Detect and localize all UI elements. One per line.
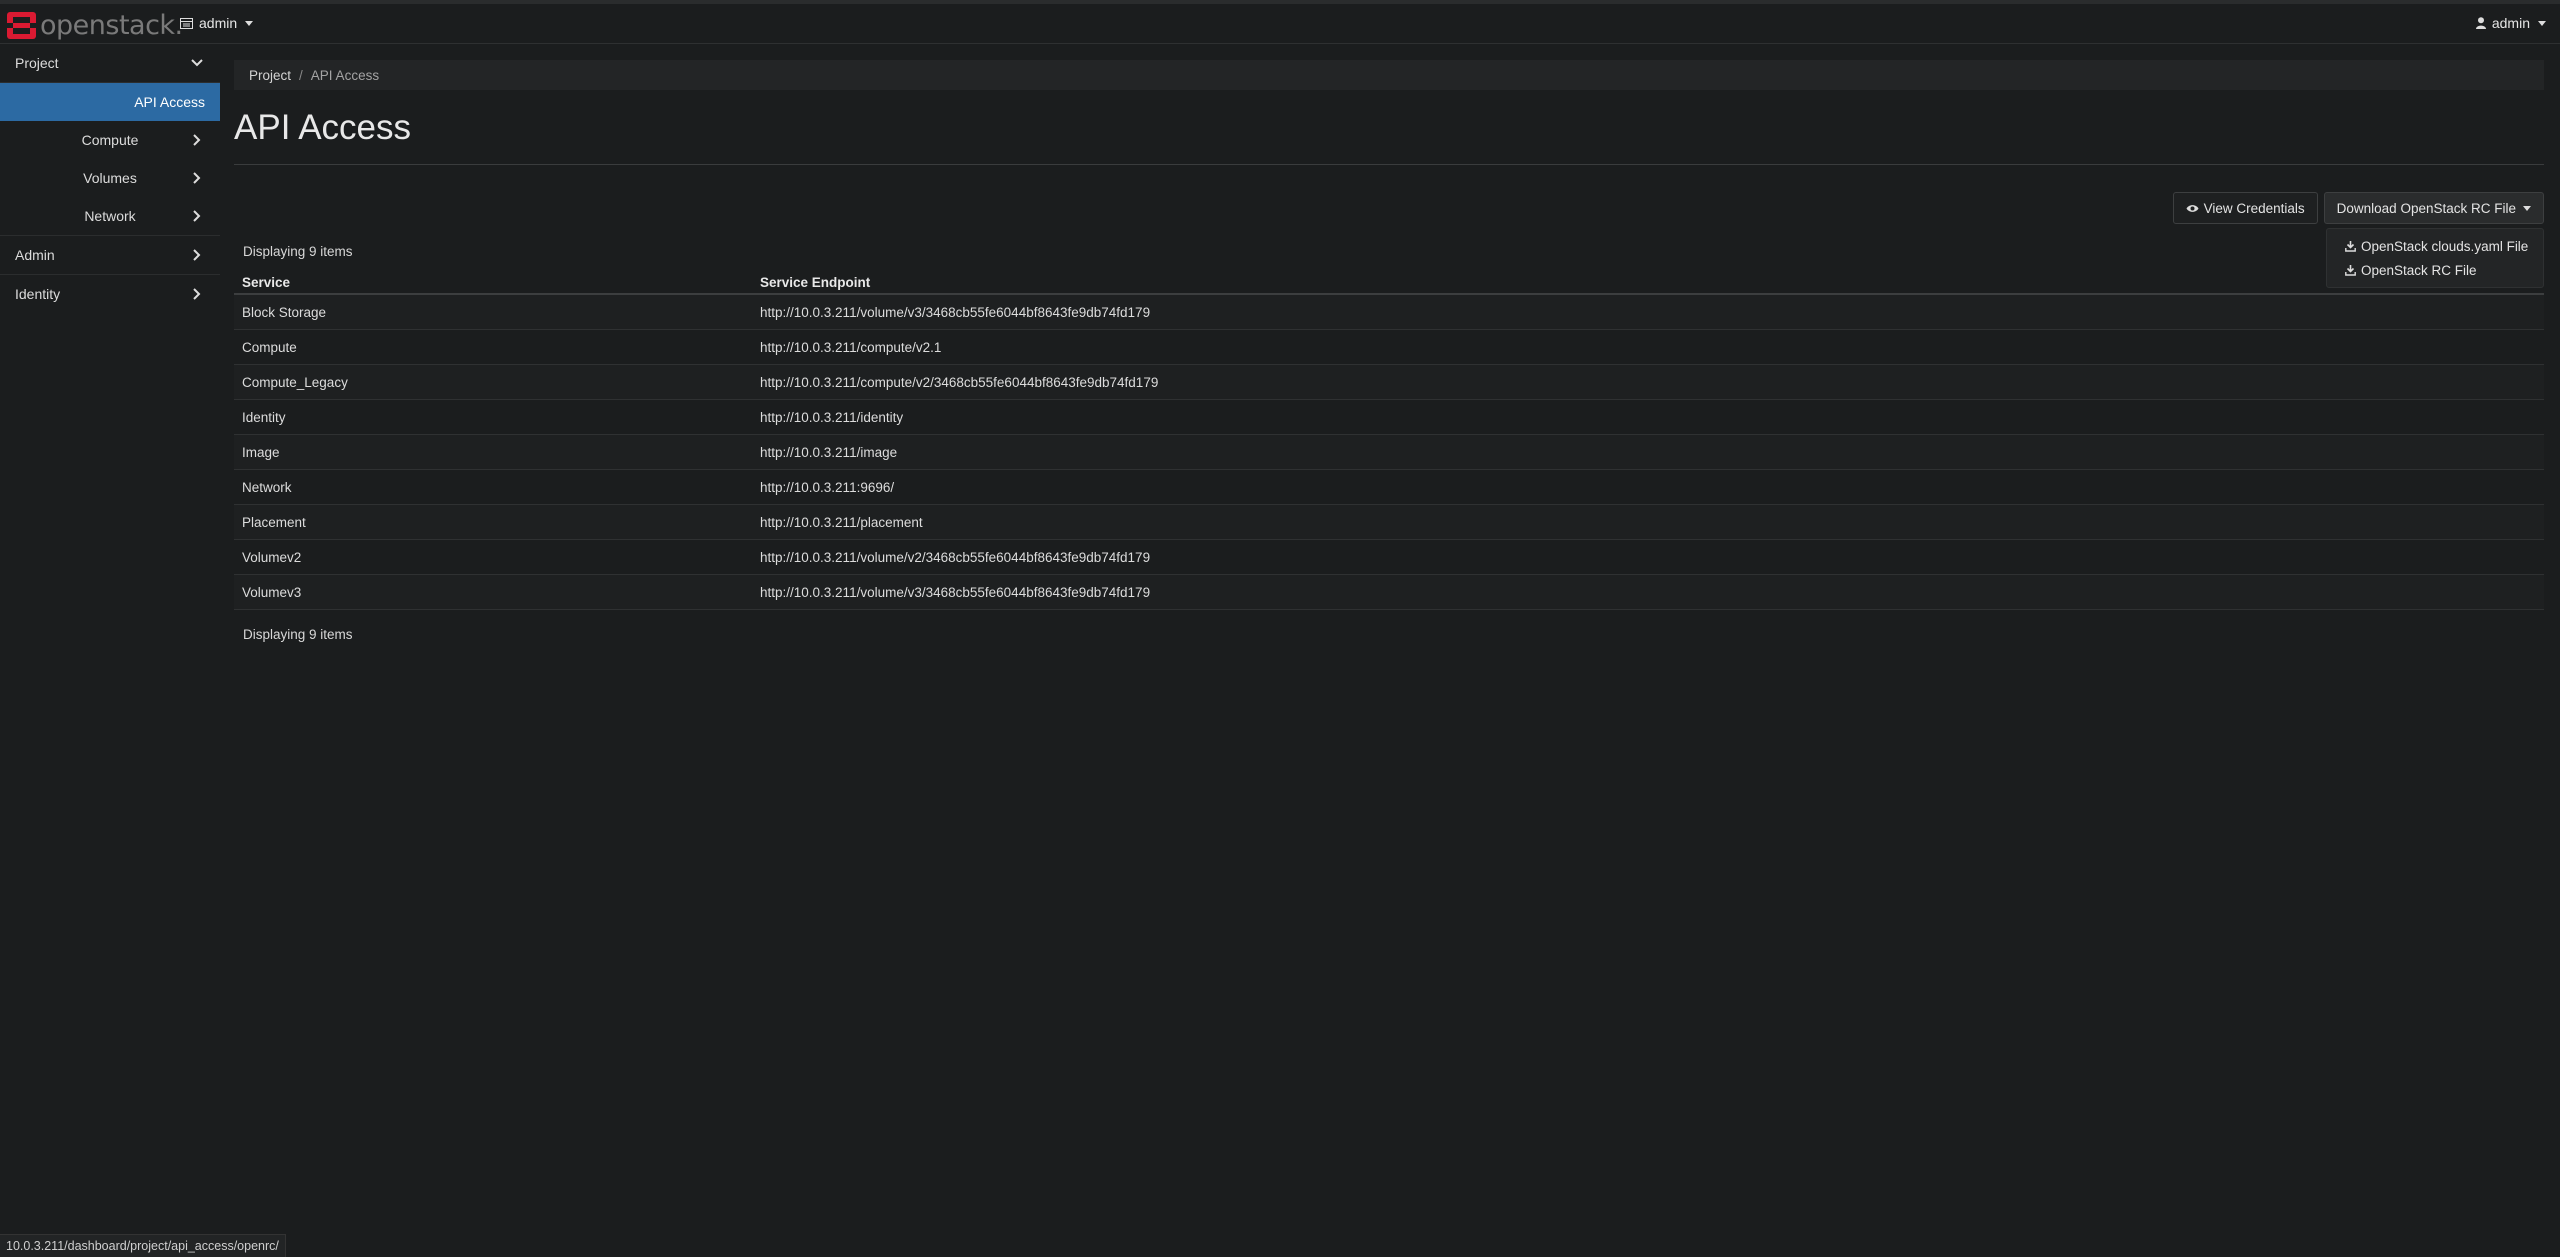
service-cell: Placement: [234, 504, 752, 540]
view-credentials-button[interactable]: View Credentials: [2172, 192, 2318, 224]
table-row: Network http://10.0.3.211:9696/: [234, 469, 2544, 505]
browser-status-url: 10.0.3.211/dashboard/project/api_access/…: [0, 1234, 286, 1257]
user-icon: [2475, 17, 2486, 29]
sidebar-item-label: Network: [84, 208, 136, 224]
endpoint-cell: http://10.0.3.211/volume/v3/3468cb55fe60…: [752, 294, 2544, 330]
sidebar-item-label: API Access: [134, 94, 205, 110]
items-count-bottom: Displaying 9 items: [243, 627, 353, 642]
openstack-logo-icon: [7, 12, 36, 39]
endpoints-table: Service Service Endpoint Block Storage h…: [234, 271, 2544, 610]
download-rc-dropdown-button[interactable]: Download OpenStack RC File: [2323, 192, 2544, 224]
title-divider: [234, 164, 2544, 165]
caret-down-icon: [2538, 20, 2546, 26]
breadcrumb-current: API Access: [310, 67, 380, 83]
dropdown-item-clouds-yaml[interactable]: OpenStack clouds.yaml File: [2327, 234, 2543, 258]
chevron-down-icon: [191, 59, 203, 67]
sidebar-item-label: Admin: [15, 247, 55, 263]
sidebar-item-admin[interactable]: Admin: [0, 236, 220, 275]
breadcrumb-separator: /: [299, 67, 303, 83]
table-row: Volumev2 http://10.0.3.211/volume/v2/346…: [234, 539, 2544, 575]
table-row: Compute_Legacy http://10.0.3.211/compute…: [234, 364, 2544, 400]
endpoint-cell: http://10.0.3.211/identity: [752, 399, 2544, 435]
service-cell: Volumev2: [234, 539, 752, 575]
openstack-logo[interactable]: openstack.: [7, 10, 183, 41]
service-cell: Block Storage: [234, 294, 752, 330]
chevron-right-icon: [193, 134, 201, 146]
endpoint-cell: http://10.0.3.211:9696/: [752, 469, 2544, 505]
user-menu[interactable]: admin: [2475, 15, 2546, 31]
top-navbar: openstack. admin admin: [0, 0, 2560, 44]
table-row: Placement http://10.0.3.211/placement: [234, 504, 2544, 540]
table-row: Volumev3 http://10.0.3.211/volume/v3/346…: [234, 574, 2544, 610]
sidebar-item-volumes[interactable]: Volumes: [0, 159, 220, 197]
dropdown-item-label: OpenStack clouds.yaml File: [2361, 238, 2529, 254]
endpoint-cell: http://10.0.3.211/volume/v2/3468cb55fe60…: [752, 539, 2544, 575]
logo-text: openstack.: [40, 10, 183, 41]
service-cell: Compute: [234, 329, 752, 365]
sidebar: Project API Access Compute Volumes Netwo…: [0, 44, 220, 1234]
endpoint-cell: http://10.0.3.211/volume/v3/3468cb55fe60…: [752, 574, 2544, 610]
service-cell: Network: [234, 469, 752, 505]
project-switcher[interactable]: admin: [180, 15, 254, 31]
column-header-service: Service: [234, 271, 752, 295]
service-cell: Identity: [234, 399, 752, 435]
table-row: Compute http://10.0.3.211/compute/v2.1: [234, 329, 2544, 365]
table-actions: View Credentials Download OpenStack RC F…: [2172, 192, 2544, 224]
column-header-endpoint: Service Endpoint: [752, 271, 2544, 295]
endpoint-cell: http://10.0.3.211/placement: [752, 504, 2544, 540]
download-icon: [2345, 240, 2356, 252]
chevron-right-icon: [193, 288, 201, 300]
server-icon: [180, 17, 193, 29]
caret-down-icon: [245, 20, 254, 26]
service-cell: Image: [234, 434, 752, 470]
endpoint-cell: http://10.0.3.211/image: [752, 434, 2544, 470]
breadcrumb: Project / API Access: [234, 60, 2544, 90]
sidebar-item-label: Identity: [15, 286, 61, 302]
chevron-right-icon: [193, 249, 201, 261]
sidebar-item-network[interactable]: Network: [0, 197, 220, 236]
sidebar-item-label: Project: [15, 55, 59, 71]
main-content: Project / API Access API Access View Cre…: [234, 44, 2544, 642]
page-title: API Access: [234, 108, 412, 147]
project-switcher-label: admin: [199, 15, 238, 31]
table-row: Image http://10.0.3.211/image: [234, 434, 2544, 470]
table-row: Block Storage http://10.0.3.211/volume/v…: [234, 294, 2544, 330]
caret-down-icon: [2523, 205, 2531, 211]
sidebar-item-identity[interactable]: Identity: [0, 275, 220, 313]
sidebar-item-api-access[interactable]: API Access: [0, 83, 220, 121]
table-header-row: Service Service Endpoint: [234, 271, 2544, 295]
sidebar-item-project[interactable]: Project: [0, 44, 220, 83]
sidebar-item-label: Volumes: [83, 170, 137, 186]
chevron-right-icon: [193, 210, 201, 222]
eye-icon: [2186, 204, 2199, 212]
service-cell: Compute_Legacy: [234, 364, 752, 400]
items-count-top: Displaying 9 items: [243, 244, 353, 259]
table-row: Identity http://10.0.3.211/identity: [234, 399, 2544, 435]
user-menu-label: admin: [2491, 15, 2530, 31]
sidebar-item-label: Compute: [81, 132, 139, 148]
endpoint-cell: http://10.0.3.211/compute/v2.1: [752, 329, 2544, 365]
breadcrumb-project[interactable]: Project: [249, 68, 291, 83]
service-cell: Volumev3: [234, 574, 752, 610]
chevron-right-icon: [193, 172, 201, 184]
sidebar-item-compute[interactable]: Compute: [0, 121, 220, 159]
download-rc-label: Download OpenStack RC File: [2336, 200, 2516, 216]
endpoint-cell: http://10.0.3.211/compute/v2/3468cb55fe6…: [752, 364, 2544, 400]
view-credentials-label: View Credentials: [2203, 200, 2305, 216]
